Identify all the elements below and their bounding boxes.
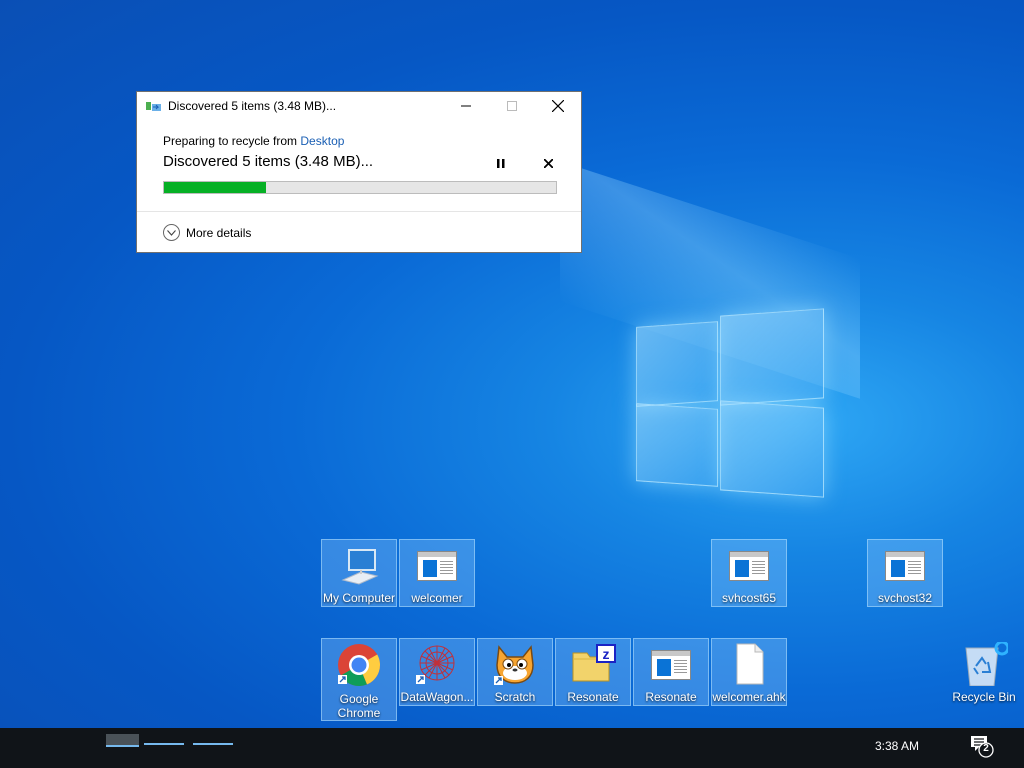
desktop-icon-svhcost65[interactable]: svhcost65 [711,539,787,607]
more-details-toggle[interactable]: More details [163,224,251,241]
maximize-icon [507,101,517,111]
desktop-icon-svchost32[interactable]: svchost32 [867,539,943,607]
desktop-icon-label: DataWagon... [400,690,474,704]
recycle-bin-icon [962,640,1010,691]
datawagon-icon [416,645,457,685]
desktop-icon-welcomer-ahk[interactable]: welcomer.ahk [711,638,787,706]
close-icon [552,100,564,112]
dialog-divider [137,211,581,212]
cancel-button[interactable] [540,155,556,171]
desktop-icon-label: Recycle Bin [952,690,1016,704]
desktop-icon-label: My Computer [322,591,396,605]
windows-logo-wallpaper [636,306,824,498]
app-window-icon [651,645,691,685]
desktop-icon-resonate-app[interactable]: Resonate [633,638,709,706]
app-window-icon [417,546,457,586]
svg-text:z: z [603,646,610,662]
recycle-progress-icon [146,100,162,112]
progress-bar [163,181,557,194]
taskbar-clock[interactable]: 3:38 AM [862,739,932,753]
desktop-icon-scratch[interactable]: Scratch [477,638,553,706]
more-details-label: More details [186,225,252,240]
notification-count: 2 [983,743,989,754]
app-window-icon [729,546,769,586]
desktop-icon-welcomer[interactable]: welcomer [399,539,475,607]
desktop-icon-google-chrome[interactable]: Google Chrome [321,638,397,721]
desktop-icon-datawagon[interactable]: DataWagon... [399,638,475,706]
status-text: Discovered 5 items (3.48 MB)... [163,153,374,170]
minimize-icon [461,105,471,107]
recycle-progress-dialog: Discovered 5 items (3.48 MB)... Preparin… [136,91,582,253]
taskbar-app-button[interactable] [193,743,233,745]
chrome-icon [338,644,381,686]
pause-button[interactable] [493,155,509,171]
action-center-button[interactable]: 2 [966,732,996,760]
desktop-icon-label: svchost32 [877,591,933,605]
desktop-icon-label: welcomer [411,591,463,605]
file-icon [729,643,769,685]
taskbar-app-button[interactable] [144,743,184,745]
pause-icon [497,158,505,168]
zip-folder-icon: z [572,644,616,685]
scratch-cat-icon [494,645,535,685]
desktop-icon-label: welcomer.ahk [712,690,786,704]
maximize-button[interactable] [489,92,535,120]
desktop-icon-label: svhcost65 [721,591,777,605]
desktop-icon-label: Resonate [645,690,697,704]
desktop-icon-my-computer[interactable]: My Computer [321,539,397,607]
app-window-icon [885,546,925,586]
taskbar-app-button[interactable] [106,734,139,747]
desktop-icon-label: Resonate [567,690,619,704]
desktop-icon-resonate-zip[interactable]: z Resonate [555,638,631,706]
computer-icon [339,546,379,586]
dialog-title: Discovered 5 items (3.48 MB)... [168,99,337,113]
minimize-button[interactable] [443,92,489,120]
close-button[interactable] [535,92,581,120]
preparing-prefix: Preparing to recycle from [163,134,301,148]
cancel-icon [543,158,553,168]
desktop-icon-label: Scratch [494,690,536,704]
desktop-icon-label: Google Chrome [337,692,381,720]
taskbar: 3:38 AM 2 [0,728,1024,768]
dialog-titlebar[interactable]: Discovered 5 items (3.48 MB)... [137,92,581,120]
chevron-down-icon [163,224,180,241]
preparing-text: Preparing to recycle from Desktop [163,134,344,148]
desktop-icon-recycle-bin[interactable]: Recycle Bin [948,640,1020,708]
source-link[interactable]: Desktop [300,134,344,148]
progress-fill [164,182,266,193]
